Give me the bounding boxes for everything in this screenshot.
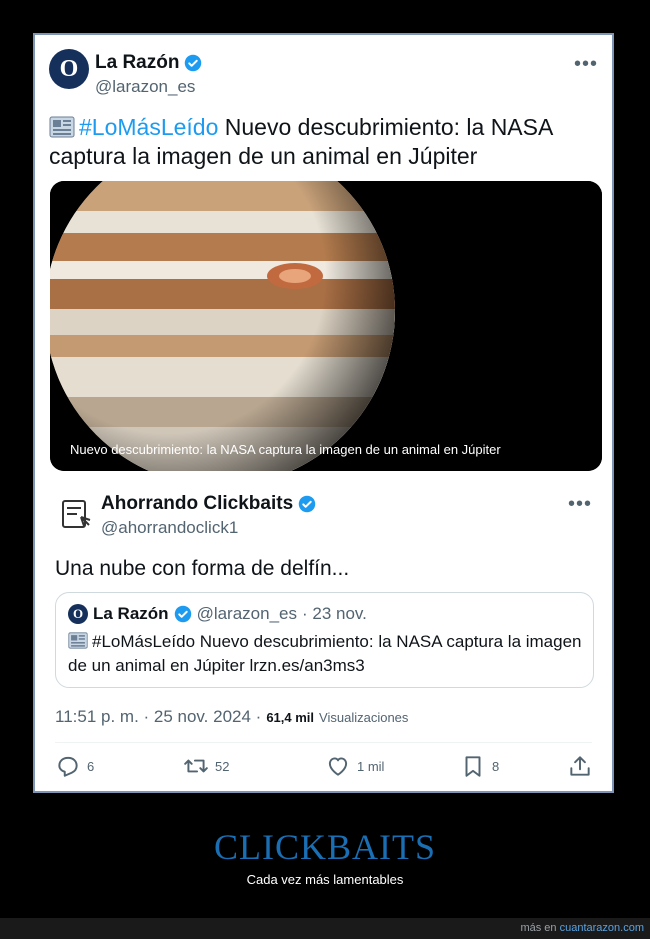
more-options-icon[interactable]: ••• <box>568 493 592 516</box>
share-icon <box>570 756 590 776</box>
heart-icon <box>328 757 348 776</box>
quoted-date: · 23 nov. <box>302 604 367 623</box>
screenshot-frame: O La Razón @larazon_es ••• #LoMásLeído N… <box>33 33 614 793</box>
reply-text: Una nube con forma de delfín... <box>55 557 350 580</box>
divider <box>55 742 592 743</box>
like-button[interactable]: 1 mil <box>325 753 384 779</box>
jupiter-image <box>50 181 602 471</box>
quoted-tweet[interactable]: O La Razón @larazon_es · 23 nov. #LoMásL… <box>55 592 594 688</box>
repost-icon <box>184 759 208 773</box>
author-name-row: La Razón <box>95 52 202 74</box>
quoted-avatar-letter: O <box>72 606 84 621</box>
repost-count: 52 <box>215 758 230 774</box>
original-post: O La Razón @larazon_es ••• #LoMásLeído N… <box>35 35 612 485</box>
footer-text: más en cuantarazon.com <box>520 922 644 934</box>
newspaper-icon <box>68 632 88 649</box>
quoted-author-handle: @larazon_es <box>196 604 297 623</box>
quoted-text-row: #LoMásLeído Nuevo descubrimiento: la NAS… <box>68 630 583 678</box>
repost-button[interactable]: 52 <box>183 753 229 779</box>
reply-author-name[interactable]: Ahorrando Clickbaits <box>101 493 293 515</box>
quoted-author-name: La Razón <box>93 604 169 623</box>
like-count: 1 mil <box>357 758 385 774</box>
page-subtitle: Cada vez más lamentables <box>246 872 404 887</box>
footer-prefix: más en <box>520 922 557 934</box>
reply-icon <box>58 756 78 777</box>
share-button[interactable] <box>567 753 593 779</box>
verified-icon <box>185 54 202 72</box>
page-title: CLICKBAITS <box>213 827 436 867</box>
quoted-header: O La Razón @larazon_es · 23 nov. <box>68 604 367 624</box>
footer-bar: más en cuantarazon.com <box>0 918 650 939</box>
avatar-letter: O <box>59 55 79 82</box>
hashtag-link[interactable]: #LoMásLeído <box>79 114 218 140</box>
avatar[interactable]: O <box>49 49 89 89</box>
post-meta: 11:51 p. m. · 25 nov. 2024 · 61,4 mil Vi… <box>55 707 408 727</box>
post-text: #LoMásLeído Nuevo descubrimiento: la NAS… <box>49 113 599 171</box>
views-label: Visualizaciones <box>319 709 409 725</box>
quote-post: Ahorrando Clickbaits @ahorrandoclick1 ••… <box>35 485 612 791</box>
reply-author-row: Ahorrando Clickbaits <box>101 493 316 515</box>
reply-author-handle[interactable]: @ahorrandoclick1 <box>101 518 238 538</box>
reply-count: 6 <box>87 758 95 774</box>
verified-icon <box>174 605 191 623</box>
timestamp[interactable]: 11:51 p. m. · 25 nov. 2024 · <box>55 707 261 727</box>
reply-button[interactable]: 6 <box>55 753 94 779</box>
quoted-text: #LoMásLeído Nuevo descubrimiento: la NAS… <box>68 632 582 675</box>
bookmark-icon <box>465 756 481 777</box>
post-image[interactable]: Nuevo descubrimiento: la NASA captura la… <box>50 181 602 471</box>
newspaper-icon <box>49 116 75 138</box>
clickbait-avatar-icon[interactable] <box>55 495 95 535</box>
author-handle[interactable]: @larazon_es <box>95 77 195 97</box>
quoted-avatar: O <box>68 604 88 624</box>
author-name[interactable]: La Razón <box>95 52 179 74</box>
bookmark-count: 8 <box>492 758 500 774</box>
more-options-icon[interactable]: ••• <box>574 53 598 76</box>
bookmark-button[interactable]: 8 <box>460 753 499 779</box>
action-bar: 6 52 1 mil 8 <box>55 753 592 783</box>
image-caption: Nuevo descubrimiento: la NASA captura la… <box>70 442 501 457</box>
verified-icon <box>298 495 316 513</box>
views-count: 61,4 mil <box>266 709 315 725</box>
footer-link[interactable]: cuantarazon.com <box>560 922 644 934</box>
